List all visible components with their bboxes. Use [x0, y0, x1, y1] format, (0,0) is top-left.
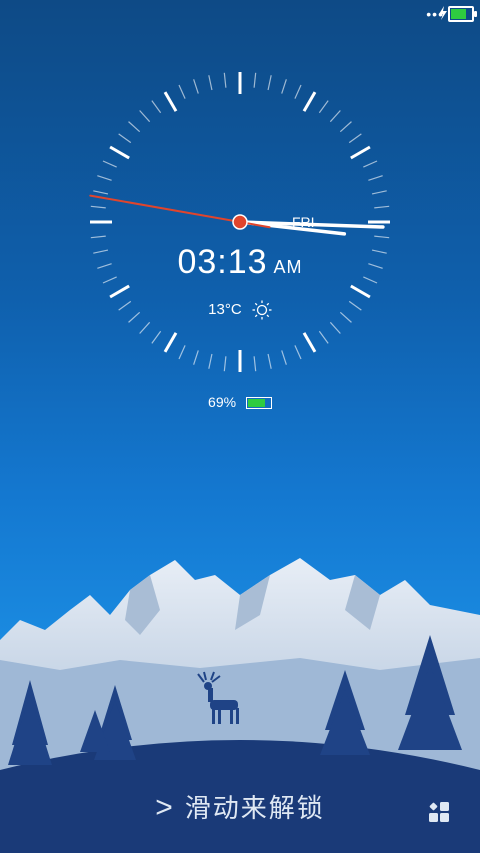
apps-grid-icon[interactable]: [428, 801, 450, 823]
clock-minor-tick: [294, 345, 302, 360]
clock-minor-tick: [193, 79, 199, 94]
sun-icon: [252, 300, 272, 320]
ampm-label: AM: [273, 257, 303, 277]
clock-minor-tick: [178, 84, 186, 99]
clock-minor-tick: [178, 345, 186, 360]
clock-major-tick: [350, 145, 371, 160]
clock-minor-tick: [371, 190, 387, 195]
clock-major-tick: [163, 91, 178, 112]
clock-minor-tick: [294, 84, 302, 99]
clock-major-tick: [109, 145, 130, 160]
clock-minor-tick: [128, 121, 141, 133]
digital-time: 03:13 AM: [0, 243, 480, 282]
clock-major-tick: [163, 332, 178, 353]
battery-percent: 69%: [208, 394, 237, 410]
clock-minor-tick: [363, 160, 378, 168]
weather: 13°C: [0, 300, 480, 320]
clock-minor-tick: [374, 235, 390, 239]
clock-center-pin: [232, 214, 248, 230]
clock-major-tick: [350, 284, 371, 299]
clock-minor-tick: [267, 353, 272, 369]
clock-minor-tick: [90, 235, 106, 239]
clock-minor-tick: [118, 133, 132, 144]
slide-to-unlock[interactable]: > 滑动来解锁: [0, 788, 480, 825]
temperature: 13°C: [208, 300, 242, 318]
clock-minor-tick: [97, 175, 112, 181]
clock-minor-tick: [223, 72, 227, 88]
clock-minor-tick: [374, 205, 390, 209]
clock-major-tick: [302, 91, 317, 112]
day-label: FRI: [292, 214, 315, 230]
clock-minor-tick: [208, 353, 213, 369]
clock-minor-tick: [208, 75, 213, 91]
battery-small-icon: [245, 397, 272, 410]
clock-minor-tick: [281, 79, 287, 94]
clock-minor-tick: [339, 121, 352, 133]
clock-minor-tick: [102, 160, 117, 168]
clock-minor-tick: [253, 72, 257, 88]
clock-minor-tick: [223, 356, 227, 372]
time-value: 03:13: [177, 243, 268, 281]
clock-major-tick: [302, 332, 317, 353]
chevron-right-icon: >: [155, 791, 175, 824]
clock-minor-tick: [368, 175, 383, 181]
clock-minor-tick: [139, 110, 151, 123]
clock-minor-tick: [151, 330, 162, 344]
clock-minor-tick: [267, 75, 272, 91]
clock-minor-tick: [93, 190, 109, 195]
clock-minor-tick: [348, 133, 362, 144]
clock-minor-tick: [139, 321, 151, 334]
clock-minor-tick: [318, 330, 329, 344]
clock-minor-tick: [90, 205, 106, 209]
clock-minor-tick: [318, 100, 329, 114]
clock-minor-tick: [329, 110, 341, 123]
clock-minor-tick: [281, 350, 287, 365]
clock-minor-tick: [253, 356, 257, 372]
clock-minor-tick: [329, 321, 341, 334]
clock-major-tick: [109, 284, 130, 299]
clock-minor-tick: [193, 350, 199, 365]
unlock-label: 滑动来解锁: [184, 793, 325, 823]
clock-minor-tick: [151, 100, 162, 114]
battery-level: 69%: [0, 394, 480, 410]
